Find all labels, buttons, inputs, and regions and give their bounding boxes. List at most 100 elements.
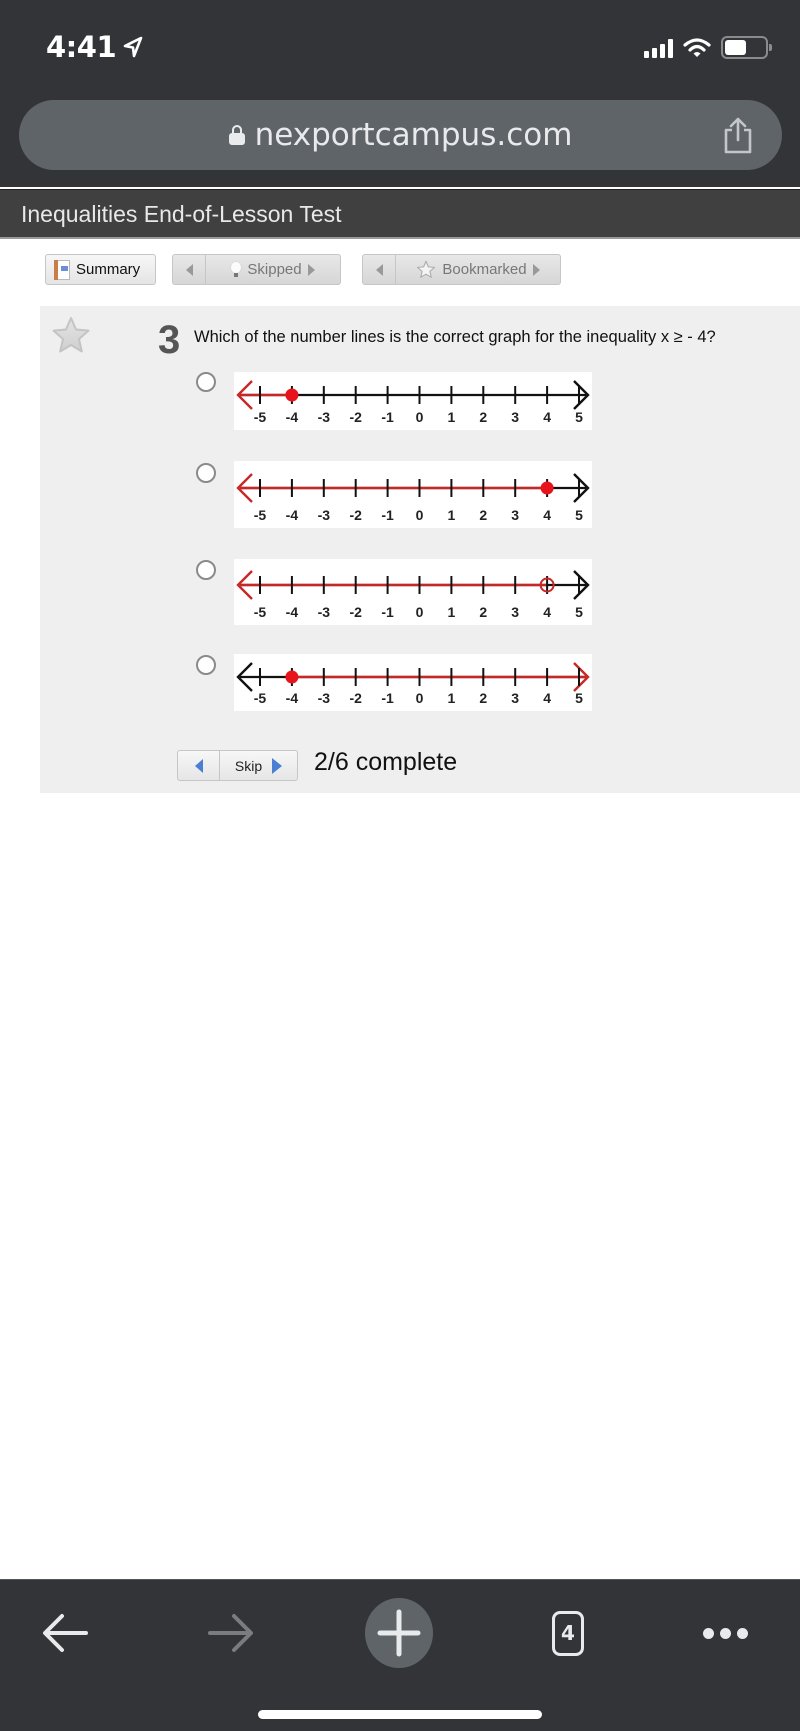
tick-label: -3 [318, 409, 331, 425]
tick-label: -5 [254, 690, 267, 706]
more-dot [702, 1627, 714, 1639]
closed-endpoint [285, 388, 299, 402]
tick-label: 2 [479, 409, 487, 425]
browser-bottom-toolbar: 4 [0, 1579, 800, 1731]
bookmarked-prev-button[interactable] [363, 255, 396, 284]
share-icon[interactable] [720, 116, 756, 156]
question-number: 3 [158, 318, 181, 362]
tick-label: -3 [318, 507, 331, 523]
url-display[interactable]: nexportcampus.com [228, 117, 573, 153]
triangle-left-icon [194, 758, 203, 773]
skip-button[interactable]: Skip [220, 751, 297, 780]
tick-label: 4 [543, 690, 551, 706]
tick-label: 0 [416, 507, 424, 523]
answer-option-2-number-line[interactable]: -5 -4 -3 -2 -1 0 1 2 3 4 5 [234, 461, 592, 528]
tick-label: -1 [381, 507, 394, 523]
tick-label: -2 [349, 690, 362, 706]
battery-level-fill [725, 40, 747, 55]
arrow-right-icon [208, 1614, 253, 1652]
tick-label: -1 [381, 690, 394, 706]
skipped-next-button[interactable]: Skipped [206, 255, 340, 284]
summary-button[interactable]: Summary [45, 254, 156, 285]
tick-label: -5 [254, 507, 267, 523]
tick-label: 3 [511, 690, 519, 706]
answer-option-1-number-line[interactable]: -5 -4 -3 -2 -1 0 1 2 3 4 5 [234, 372, 592, 430]
tick-label: 1 [448, 409, 456, 425]
triangle-left-icon [185, 263, 193, 276]
page-header: Inequalities End-of-Lesson Test [0, 189, 800, 239]
more-button[interactable] [690, 1598, 760, 1668]
tabs-button[interactable]: 4 [538, 1598, 598, 1668]
bookmarked-label: Bookmarked [442, 261, 527, 278]
more-dot [719, 1627, 731, 1639]
tick-label: 5 [575, 690, 583, 706]
closed-endpoint [285, 670, 299, 684]
tick-label: -1 [381, 409, 394, 425]
tick-label: 4 [543, 409, 551, 425]
previous-question-button[interactable] [178, 751, 220, 780]
question-navigation: Skip [177, 750, 298, 781]
tick-label: 2 [479, 507, 487, 523]
skip-label: Skip [234, 757, 263, 774]
tab-count: 4 [552, 1610, 584, 1656]
answer-option-1-radio[interactable] [196, 372, 216, 392]
location-arrow-icon [123, 36, 143, 58]
back-button[interactable] [30, 1598, 100, 1668]
triangle-right-icon [532, 263, 540, 276]
tick-label: 2 [479, 604, 487, 620]
answer-option-3-radio[interactable] [196, 560, 216, 580]
tick-label: -2 [349, 409, 362, 425]
new-tab-button[interactable] [364, 1598, 434, 1668]
tick-label: -3 [318, 690, 331, 706]
page-title: Inequalities End-of-Lesson Test [21, 201, 342, 227]
skipped-label: Skipped [247, 261, 302, 278]
answer-option-4-number-line[interactable]: -5 -4 -3 -2 -1 0 1 2 3 4 5 [234, 654, 592, 711]
tick-label: 5 [575, 409, 583, 425]
tick-label: 5 [575, 604, 583, 620]
tick-label: 3 [511, 507, 519, 523]
tick-label: 1 [448, 690, 456, 706]
answer-option-4-radio[interactable] [196, 655, 216, 675]
skipped-nav-group: Skipped [172, 254, 341, 285]
tick-label: -4 [286, 604, 299, 620]
tick-label: -3 [318, 604, 331, 620]
forward-button[interactable] [196, 1598, 266, 1668]
tick-label: 0 [416, 690, 424, 706]
tick-label: -4 [286, 690, 299, 706]
bookmarked-next-button[interactable]: Bookmarked [396, 255, 560, 284]
address-bar[interactable]: nexportcampus.com [19, 100, 782, 170]
tick-label: 3 [511, 604, 519, 620]
triangle-left-icon [375, 263, 383, 276]
star-outline-icon [417, 260, 436, 278]
tick-label: 0 [416, 604, 424, 620]
new-tab-circle [365, 1598, 433, 1668]
answer-option-3-number-line[interactable]: -5 -4 -3 -2 -1 0 1 2 3 4 5 [234, 559, 592, 625]
answer-option-2-radio[interactable] [196, 463, 216, 483]
cellular-signal-icon [644, 38, 673, 58]
bookmarked-nav-group: Bookmarked [362, 254, 561, 285]
bookmark-star-icon[interactable] [50, 316, 92, 356]
browser-top-chrome: 4:41 nexportcampus.com [0, 0, 800, 187]
skipped-prev-button[interactable] [173, 255, 206, 284]
triangle-right-icon [272, 757, 283, 774]
status-time-text: 4:41 [46, 30, 117, 64]
tick-label: 1 [448, 604, 456, 620]
progress-text: 2/6 complete [314, 748, 458, 776]
tick-label: -2 [349, 507, 362, 523]
more-dot [736, 1627, 748, 1639]
status-indicators [644, 36, 772, 59]
tick-label: 3 [511, 409, 519, 425]
triangle-right-icon [307, 263, 315, 276]
tick-label: 4 [543, 507, 551, 523]
tick-label: -4 [286, 507, 299, 523]
tick-label: -4 [286, 409, 299, 425]
question-text: Which of the number lines is the correct… [194, 328, 716, 346]
arrow-left-icon [43, 1614, 88, 1652]
tick-label: 5 [575, 507, 583, 523]
tick-label: 1 [448, 507, 456, 523]
url-text: nexportcampus.com [254, 117, 573, 153]
closed-endpoint [540, 481, 554, 495]
plus-icon [377, 1609, 421, 1657]
tick-label: -5 [254, 409, 267, 425]
status-time: 4:41 [46, 30, 144, 64]
